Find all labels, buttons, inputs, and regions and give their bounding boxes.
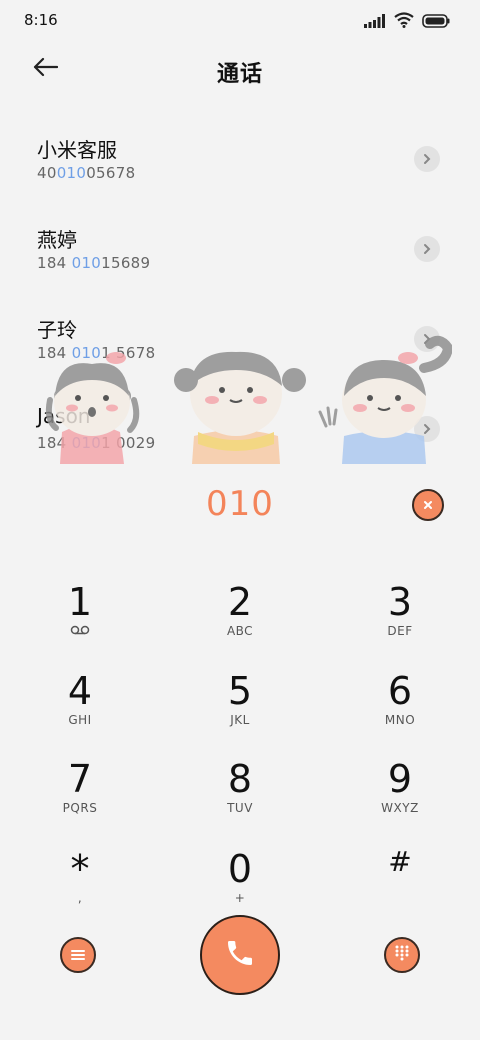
contact-item[interactable]: 小米客服 4001005678 [0, 118, 480, 206]
keypad-key-5[interactable]: 5 JKL [180, 667, 300, 747]
key-digit: 1 [67, 580, 93, 624]
key-letters: DEF [387, 624, 413, 638]
keypad-toggle-button[interactable] [384, 937, 420, 973]
phone-icon [224, 937, 256, 973]
contact-list: 小米客服 4001005678 燕婷 184 01015689 子玲 184 0… [0, 118, 480, 463]
key-digit: 7 [67, 757, 93, 801]
contact-detail-button[interactable] [414, 146, 440, 172]
keypad-key-8[interactable]: 8 TUV [180, 755, 300, 835]
key-digit: 4 [67, 669, 93, 713]
key-letters: WXYZ [381, 801, 419, 815]
key-digit: # [388, 845, 412, 878]
key-digit: 9 [387, 757, 413, 801]
key-digit: 2 [227, 580, 253, 624]
page-title: 通话 [216, 62, 263, 87]
status-time: 8:16 [24, 11, 58, 29]
contact-detail-button[interactable] [414, 416, 440, 442]
contact-number: 184 0101 5678 [37, 344, 156, 362]
key-letters: ABC [226, 624, 254, 638]
signal-icon [364, 13, 386, 32]
key-letters: , [77, 891, 83, 905]
contact-name: 小米客服 [37, 138, 117, 162]
chevron-right-icon [424, 154, 431, 164]
contact-name: Jason [37, 404, 91, 428]
dialpad-icon [395, 945, 409, 965]
contact-name: 子玲 [37, 318, 77, 342]
contact-name: 燕婷 [37, 228, 77, 252]
keypad-key-1[interactable]: 1 [20, 578, 140, 658]
key-letters: GHI [68, 713, 92, 727]
key-digit: 5 [227, 669, 253, 713]
contact-number: 184 01015689 [37, 254, 151, 272]
contact-detail-button[interactable] [414, 326, 440, 352]
keypad-key-3[interactable]: 3 DEF [340, 578, 460, 658]
keypad-key-2[interactable]: 2 ABC [180, 578, 300, 658]
key-letters: PQRS [62, 801, 98, 815]
contact-item[interactable]: Jason 184 0101 0029 [0, 388, 480, 463]
chevron-right-icon [424, 334, 431, 344]
keypad-key-9[interactable]: 9 WXYZ [340, 755, 460, 835]
keypad-key-star[interactable]: * , [20, 845, 140, 925]
battery-icon [422, 13, 450, 32]
status-bar: 8:16 [0, 0, 480, 40]
keypad-key-6[interactable]: 6 MNO [340, 667, 460, 747]
chevron-right-icon [424, 244, 431, 254]
call-button[interactable] [200, 915, 280, 995]
contact-detail-button[interactable] [414, 236, 440, 262]
contact-number: 4001005678 [37, 164, 136, 182]
key-digit: 0 [227, 847, 253, 891]
clear-icon [422, 496, 434, 515]
key-digit: * [70, 847, 90, 891]
contact-item[interactable]: 子玲 184 0101 5678 [0, 298, 480, 386]
menu-icon [71, 946, 85, 965]
voicemail-icon [20, 624, 140, 638]
chevron-right-icon [424, 424, 431, 434]
key-digit: 3 [387, 580, 413, 624]
key-digit: 6 [387, 669, 413, 713]
menu-button[interactable] [60, 937, 96, 973]
clear-button[interactable] [412, 489, 444, 521]
key-letters: JKL [230, 713, 250, 727]
keypad-key-4[interactable]: 4 GHI [20, 667, 140, 747]
key-letters: + [234, 891, 246, 905]
dialed-number: 010 [206, 484, 274, 524]
status-icons [364, 12, 450, 32]
key-digit: 8 [227, 757, 253, 801]
keypad-key-hash[interactable]: # [340, 838, 460, 918]
key-letters: TUV [227, 801, 253, 815]
contact-item[interactable]: 燕婷 184 01015689 [0, 208, 480, 296]
contact-number: 184 0101 0029 [37, 434, 156, 452]
key-letters: MNO [384, 713, 416, 727]
keypad-key-7[interactable]: 7 PQRS [20, 755, 140, 835]
keypad-key-0[interactable]: 0 + [180, 845, 300, 925]
wifi-icon [394, 12, 414, 32]
